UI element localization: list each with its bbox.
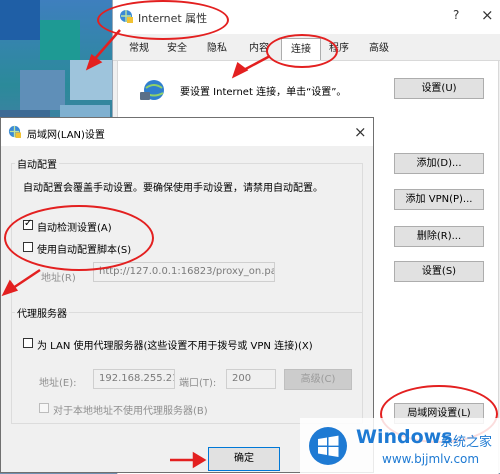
windows-logo-icon: [309, 427, 347, 465]
annotation-arrows: [1, 29, 271, 469]
watermark-brand-cn: 系统之家: [440, 435, 493, 450]
watermark-url: www.bjjmlv.com: [382, 452, 480, 466]
watermark: Windows 系统之家 www.bjjmlv.com: [300, 418, 500, 473]
watermark-brand: Windows: [356, 426, 453, 448]
